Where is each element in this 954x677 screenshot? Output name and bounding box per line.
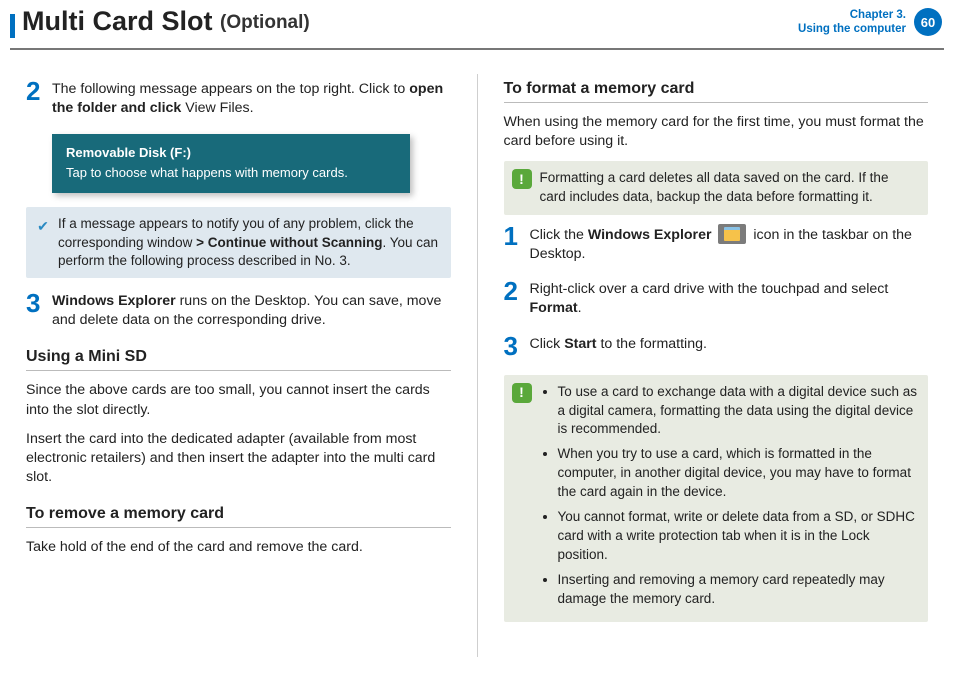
step-2-suffix: View Files. <box>181 100 253 116</box>
right-column: To format a memory card When using the m… <box>478 68 954 677</box>
step-2: 2 The following message appears on the t… <box>26 80 451 118</box>
warning-text: Formatting a card deletes all data saved… <box>540 169 919 207</box>
step-3: 3 Windows Explorer runs on the Desktop. … <box>26 292 451 330</box>
page-number-badge: 60 <box>914 8 942 36</box>
step-number-3: 3 <box>26 290 52 330</box>
format-step-2: 2 Right-click over a card drive with the… <box>504 280 929 318</box>
warning-icon: ! <box>512 169 532 189</box>
s3-a: Click <box>530 336 565 352</box>
rule-format-card <box>504 102 929 103</box>
info-bullet-3: You cannot format, write or delete data … <box>558 508 919 565</box>
step-2-prefix: The following message appears on the top… <box>52 81 409 97</box>
windows-explorer-icon <box>718 224 746 244</box>
info-bullet-2: When you try to use a card, which is for… <box>558 445 919 502</box>
chapter-line-1: Chapter 3. <box>798 8 906 22</box>
info-bullet-1: To use a card to exchange data with a di… <box>558 383 919 440</box>
s3-b: Start <box>564 336 596 352</box>
warning-format-deletes: ! Formatting a card deletes all data sav… <box>504 161 929 215</box>
note-continue-without-scanning: ✔ If a message appears to notify you of … <box>26 207 451 278</box>
format-step-3-num: 3 <box>504 333 530 359</box>
heading-remove-card: To remove a memory card <box>26 505 451 523</box>
heading-mini-sd: Using a Mini SD <box>26 348 451 366</box>
format-step-3: 3 Click Start to the formatting. <box>504 335 929 359</box>
s2-c: . <box>578 300 582 316</box>
page-number: 60 <box>921 15 935 30</box>
step-3-text: Windows Explorer runs on the Desktop. Yo… <box>52 292 451 330</box>
header-rule <box>10 48 944 50</box>
mini-sd-p2: Insert the card into the dedicated adapt… <box>26 430 451 488</box>
content-columns: 2 The following message appears on the t… <box>0 68 954 677</box>
manual-page: Multi Card Slot (Optional) Chapter 3. Us… <box>0 0 954 677</box>
format-step-2-text: Right-click over a card drive with the t… <box>530 280 929 318</box>
title-accent-bar <box>10 14 15 38</box>
title-optional: (Optional) <box>220 12 310 33</box>
rule-remove-card <box>26 527 451 528</box>
format-step-1-text: Click the Windows Explorer icon in the t… <box>530 225 929 264</box>
note-bold: Continue without Scanning <box>204 235 382 250</box>
chapter-line-2: Using the computer <box>798 22 906 36</box>
format-step-1-num: 1 <box>504 223 530 264</box>
page-title: Multi Card Slot (Optional) <box>22 6 310 37</box>
format-step-1: 1 Click the Windows Explorer icon in the… <box>504 225 929 264</box>
toast-title: Removable Disk (F:) <box>66 144 396 162</box>
note-gt: > <box>196 235 204 250</box>
info-format-notes: ! To use a card to exchange data with a … <box>504 375 929 623</box>
rule-mini-sd <box>26 370 451 371</box>
format-step-3-text: Click Start to the formatting. <box>530 335 707 359</box>
chapter-label: Chapter 3. Using the computer <box>798 8 906 37</box>
format-step-2-num: 2 <box>504 278 530 318</box>
removable-disk-toast: Removable Disk (F:) Tap to choose what h… <box>52 134 410 193</box>
s1-a: Click the <box>530 227 588 243</box>
note-text: If a message appears to notify you of an… <box>58 215 441 270</box>
toast-body: Tap to choose what happens with memory c… <box>66 164 396 182</box>
mini-sd-p1: Since the above cards are too small, you… <box>26 381 451 419</box>
format-intro: When using the memory card for the first… <box>504 113 929 151</box>
s2-b: Format <box>530 300 578 316</box>
s2-a: Right-click over a card drive with the t… <box>530 281 889 297</box>
heading-format-card: To format a memory card <box>504 80 929 98</box>
s1-b: Windows Explorer <box>588 227 712 243</box>
info-bullet-4: Inserting and removing a memory card rep… <box>558 571 919 609</box>
step-2-text: The following message appears on the top… <box>52 80 451 118</box>
s3-c: to the formatting. <box>597 336 707 352</box>
title-text: Multi Card Slot <box>22 6 213 36</box>
step-3-bold: Windows Explorer <box>52 293 176 309</box>
info-list: To use a card to exchange data with a di… <box>540 383 919 615</box>
remove-card-p: Take hold of the end of the card and rem… <box>26 538 451 557</box>
step-number-2: 2 <box>26 78 52 118</box>
info-icon: ! <box>512 383 532 403</box>
note-icon: ✔ <box>34 217 52 235</box>
left-column: 2 The following message appears on the t… <box>0 68 477 677</box>
